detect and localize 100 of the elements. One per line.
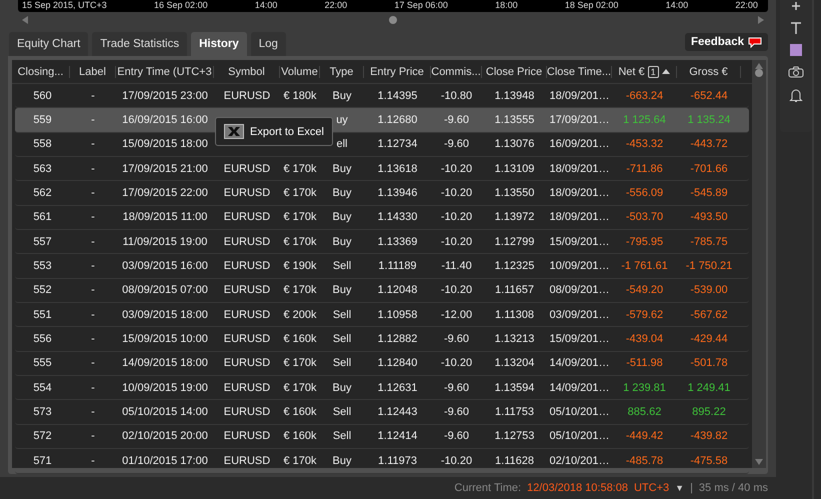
table-cell-text: -443.72 — [689, 138, 729, 150]
table-cell-text: -10.80 — [440, 90, 474, 102]
axis-label: 14:00 — [666, 0, 688, 12]
table-cell-text: -12.00 — [440, 308, 474, 321]
table-cell-text: -10.20 — [440, 454, 474, 467]
table-cell-text: € 160k — [282, 430, 318, 442]
table-cell-text: - — [90, 90, 96, 102]
table-cell-text: 1.11628 — [494, 454, 535, 467]
table-cell-text: 558 — [32, 138, 53, 150]
table-cell-text: 17/09/2015 21:00 — [121, 162, 209, 175]
table-cell-text: EURUSD — [222, 406, 272, 418]
latency: 35 ms / 40 ms — [698, 482, 768, 494]
axis-label: 16 Sep 02:00 — [154, 0, 208, 12]
table-cell-text: - — [90, 333, 96, 346]
table-cell-text: 08/09/201… — [548, 284, 610, 296]
table-cell-text: 1.12325 — [494, 260, 536, 272]
table-cell-text: -10.20 — [440, 236, 474, 248]
table-cell-text: Sell — [332, 333, 352, 346]
table-cell-text: 1.12753 — [494, 430, 536, 442]
table-cell-text: -9.60 — [442, 114, 470, 126]
table-cell-text: 14/09/201… — [548, 357, 610, 370]
table-cell-text: - — [90, 284, 96, 296]
table-cell-text: 571 — [32, 454, 53, 467]
axis-label: 17 Sep 06:00 — [394, 0, 448, 12]
table-cell-text: 03/09/2015 18:00 — [121, 308, 209, 321]
table-cell-text: € 180k — [282, 90, 318, 102]
table-cell-text: Sell — [332, 406, 352, 418]
table-cell-text: -545.89 — [689, 187, 729, 200]
table-cell-text: - — [90, 187, 96, 200]
table-cell-text: -556.09 — [624, 187, 664, 200]
table-cell-text: -439.04 — [624, 333, 664, 346]
table-cell-text: EURUSD — [222, 357, 272, 370]
table-cell-text: EURUSD — [222, 430, 272, 442]
table-cell-text: 1.12414 — [376, 430, 418, 442]
table-cell-text: -10.20 — [440, 284, 474, 296]
table-cell-text: -475.58 — [689, 454, 729, 467]
table-cell-text: 1 249.41 — [686, 382, 732, 394]
table-cell-text: Sell — [332, 260, 352, 272]
table-cell-text: 03/09/201… — [548, 308, 610, 321]
table-cell-text: -785.75 — [689, 236, 729, 248]
table-cell-text: -549.20 — [624, 284, 664, 296]
table-cell-text: -701.66 — [689, 162, 729, 175]
table-cell-text: 554 — [32, 382, 53, 394]
table-cell-text: 1.11308 — [494, 308, 535, 321]
table-cell-text: 1.12799 — [494, 236, 536, 248]
table-cell-text: EURUSD — [222, 236, 272, 248]
table-cell-text: 02/10/201… — [548, 454, 610, 467]
table-cell-text: 14/09/2015 18:00 — [121, 357, 209, 370]
table-cell-text: € 170k — [282, 357, 318, 370]
table-cell-text: Buy — [332, 236, 352, 248]
table-cell-text: 18/09/201… — [548, 187, 610, 200]
table-cell-text: 559 — [32, 114, 53, 126]
table-cell-text: 1.13618 — [376, 162, 418, 175]
table-cell-text: 1.10958 — [376, 308, 418, 321]
table-cell-text: 08/09/2015 07:00 — [121, 284, 209, 296]
table-cell-text: € 160k — [282, 333, 318, 346]
current-time: 12/03/2018 10:58:08 — [527, 482, 628, 494]
table-cell-text: 1.13213 — [494, 333, 536, 346]
table-cell-text: 16/09/201… — [548, 138, 610, 150]
table-cell-text: 1.12680 — [376, 114, 418, 126]
table-cell-text: € 170k — [282, 454, 318, 467]
table-cell-text: -1 761.61 — [620, 260, 669, 272]
table-cell-text: 1 135.24 — [686, 114, 732, 126]
table-cell-text: -10.20 — [440, 187, 474, 200]
table-cell-text: 18/09/201… — [548, 90, 610, 102]
table-cell-text: EURUSD — [222, 308, 272, 321]
table-cell-text: 18/09/2015 11:00 — [122, 211, 208, 224]
table-cell-text: 01/10/2015 17:00 — [121, 454, 209, 467]
table-cell-text: 05/10/201… — [548, 430, 610, 442]
table-cell-text: -9.60 — [442, 138, 470, 150]
table-cell-text: 1.13109 — [494, 162, 536, 175]
table-cell-text: - — [90, 260, 96, 272]
table-cell-text: 551 — [32, 308, 53, 321]
table-cell-text: - — [90, 357, 96, 370]
table-cell-text: € 170k — [282, 187, 318, 200]
table-cell-text: 1.12840 — [376, 357, 418, 370]
table-cell-text: -493.50 — [689, 211, 729, 224]
table-cell-text: 1.13076 — [494, 138, 536, 150]
table-cell-text: € 170k — [282, 284, 318, 296]
table-cell-text: 1.13948 — [494, 90, 536, 102]
table-cell-text: 1.13555 — [494, 114, 536, 126]
table-cell-text: € 170k — [282, 211, 318, 224]
table-cell-text: 18/09/201… — [548, 162, 610, 175]
table-cell-text: EURUSD — [222, 90, 272, 102]
table-cell-text: - — [90, 114, 96, 126]
table-cell-text: 11/09/2015 19:00 — [122, 236, 208, 248]
table-cell-text: 563 — [32, 162, 53, 175]
table-cell-text: € 160k — [282, 406, 318, 418]
table-cell-text: 15/09/201… — [548, 236, 610, 248]
table-cell-text: EURUSD — [222, 260, 272, 272]
table-cell-text: EURUSD — [222, 187, 272, 200]
table-cell-text: 1.13369 — [376, 236, 418, 248]
axis-label: 14:00 — [254, 0, 278, 12]
table-cell-text: -453.32 — [624, 138, 664, 150]
table-cell-text: 1.14330 — [376, 211, 418, 224]
table-cell-text: Buy — [332, 90, 352, 102]
table-cell-text: - — [90, 382, 96, 394]
table-cell-text: -652.44 — [689, 90, 729, 102]
table-cell-text: Buy — [332, 382, 352, 394]
table-cell-text: 895.22 — [691, 406, 727, 418]
